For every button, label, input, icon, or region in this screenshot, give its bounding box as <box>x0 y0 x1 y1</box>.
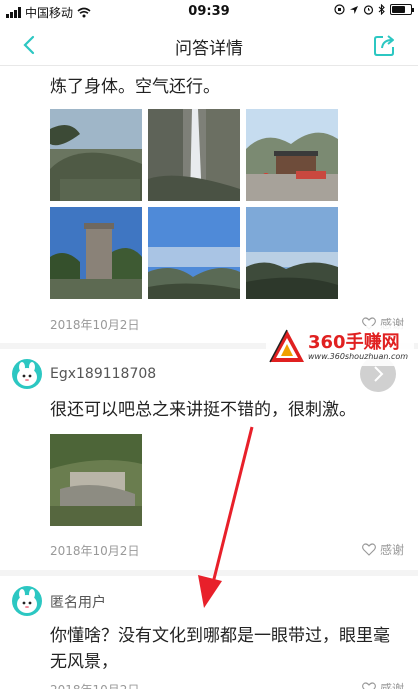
thanks-label: 感谢 <box>379 682 404 689</box>
heart-icon <box>362 682 376 689</box>
answer-photo-5[interactable] <box>148 207 240 299</box>
thanks-label: 感谢 <box>379 543 404 557</box>
alarm-icon <box>363 5 374 15</box>
page-title: 问答详情 <box>175 39 243 59</box>
answer-date: 2018年10月2日 <box>50 318 140 332</box>
answer-photo-3[interactable] <box>246 109 338 201</box>
answer-text: 炼了身体。空气还行。 <box>50 77 220 97</box>
share-icon[interactable] <box>372 32 398 58</box>
username[interactable]: 匿名用户 <box>50 592 106 612</box>
heart-icon <box>362 543 376 556</box>
status-right <box>334 4 414 15</box>
watermark-logo-icon <box>269 329 304 363</box>
location-icon <box>350 5 358 14</box>
answer-text: 你懂啥？没有文化到哪都是一眼带过，眼里毫无风景， <box>50 626 390 672</box>
answer-photo-7[interactable] <box>50 434 142 526</box>
watermark: 360手赚网 www.360shouzhuan.com <box>266 326 414 366</box>
thanks-button[interactable]: 感谢 <box>362 680 404 689</box>
status-bar: 中国移动 09:39 <box>0 0 418 24</box>
answer-date: 2018年10月2日 <box>50 544 140 558</box>
answer-photo-4[interactable] <box>50 207 142 299</box>
username[interactable]: Egx189118708 <box>50 366 156 382</box>
answer-date: 2018年10月2日 <box>50 681 139 689</box>
bluetooth-icon <box>378 4 385 15</box>
answer-photo-1[interactable] <box>50 109 142 201</box>
orientation-lock-icon <box>334 4 345 15</box>
watermark-url: www.360shouzhuan.com <box>308 352 409 361</box>
battery-icon <box>390 4 414 15</box>
watermark-title: 360手赚网 <box>308 332 400 353</box>
answer-photo-6[interactable] <box>246 207 338 299</box>
annotation-arrow-icon <box>198 426 254 608</box>
nav-bar: 问答详情 <box>0 24 418 66</box>
avatar[interactable] <box>12 586 42 616</box>
thanks-button[interactable]: 感谢 <box>362 541 404 558</box>
answer-text: 很还可以吧总之来讲挺不错的，很刺激。 <box>50 400 356 420</box>
answer-photo-2[interactable] <box>148 109 240 201</box>
avatar[interactable] <box>12 359 42 389</box>
